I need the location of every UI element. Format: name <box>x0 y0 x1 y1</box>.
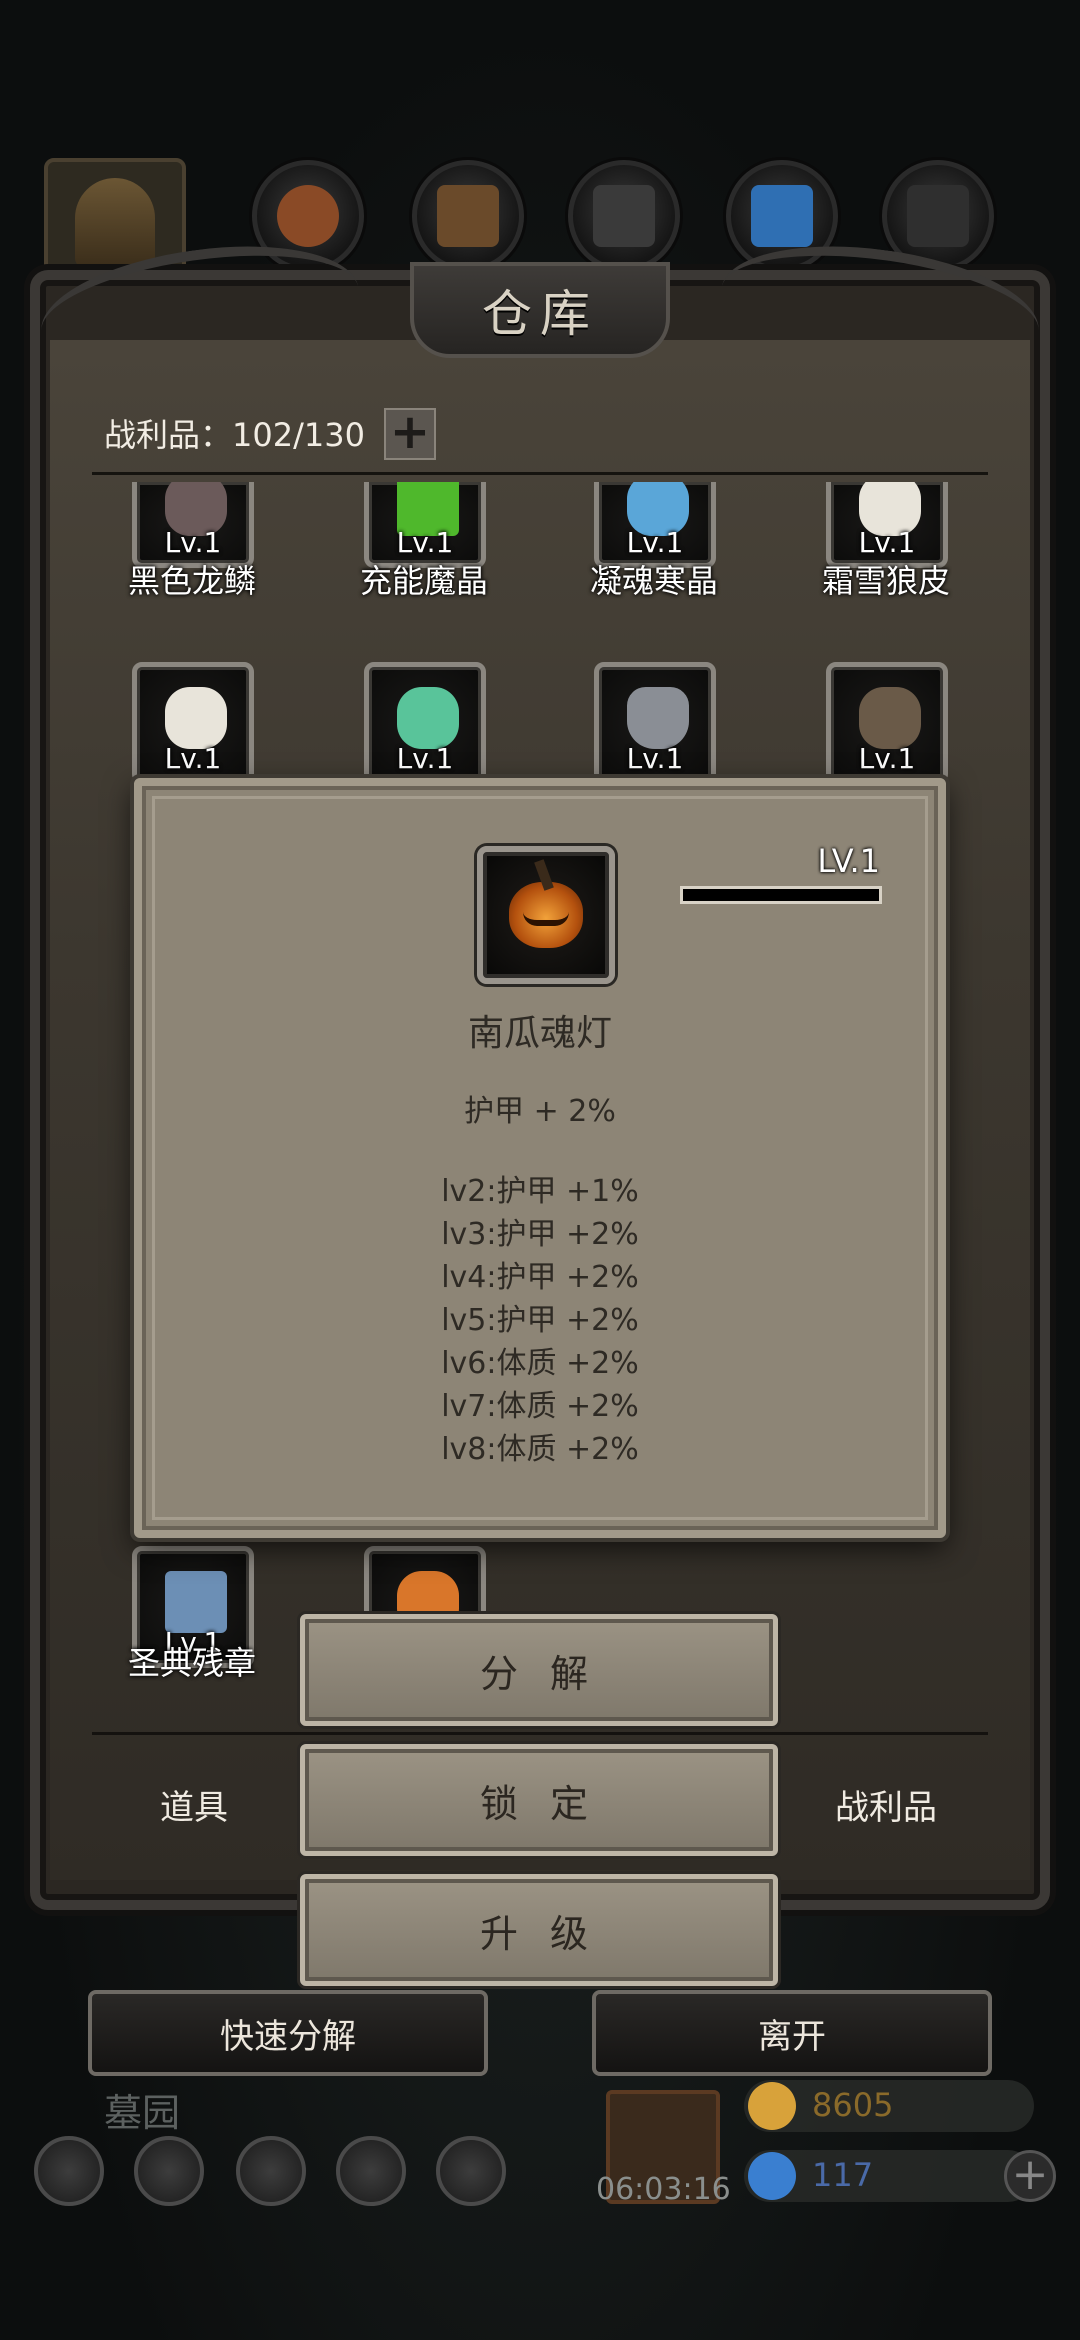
item-level: Lv.1 <box>164 526 222 559</box>
expand-capacity-button[interactable]: + <box>384 408 436 460</box>
level-bonus: lv6:体质 +2% <box>441 1346 639 1381</box>
category-tab-wood[interactable] <box>412 160 524 272</box>
item-level: Lv.1 <box>858 526 916 559</box>
game-screen: 仓库 战利品：102/130 + Lv.1 黑色龙鳞 Lv.1 充能魔晶 Lv.… <box>0 0 1080 2340</box>
level-bonus: lv4:护甲 +2% <box>441 1260 639 1295</box>
gem-value: 117 <box>812 2156 874 2194</box>
item-stat: 护甲 + 2% <box>464 1094 616 1129</box>
level-bonus: lv7:体质 +2% <box>441 1389 639 1424</box>
item-name: 霜雪狼皮 <box>821 562 950 600</box>
pumpkin-lantern-icon <box>509 859 583 948</box>
settings-icon[interactable] <box>34 2136 104 2206</box>
upgrade-button[interactable]: 升 级 <box>300 1874 778 1986</box>
lock-button[interactable]: 锁 定 <box>300 1744 778 1856</box>
loot-capacity: 战利品：102/130 <box>104 416 365 454</box>
level-bonus: lv3:护甲 +2% <box>441 1217 639 1252</box>
countdown-timer: 06:03:16 <box>596 2172 731 2207</box>
item-name: 南瓜魂灯 <box>467 1013 612 1054</box>
mask-icon <box>627 687 689 749</box>
title-plate: 仓库 <box>410 262 670 358</box>
item-slot[interactable]: Lv.1 <box>364 662 486 784</box>
item-slot[interactable]: Lv.1 <box>594 662 716 784</box>
gold-counter: 8605 <box>744 2080 1034 2132</box>
item-detail-popup: LV.1 南瓜魂灯 护甲 + 2% lv2:护甲 +1% lv3:护甲 +2% … <box>134 778 946 1538</box>
item-level: Lv.1 <box>396 742 454 775</box>
bracelet-icon <box>859 687 921 749</box>
item-slot[interactable]: Lv.1 <box>826 662 948 784</box>
gold-icon <box>748 2082 796 2130</box>
crystal-icon <box>751 185 813 247</box>
item-name: 圣典残章 <box>127 1644 256 1682</box>
gold-value: 8605 <box>812 2086 894 2124</box>
item-level: Lv.1 <box>858 742 916 775</box>
quest-icon[interactable] <box>236 2136 306 2206</box>
fur-icon <box>165 687 227 749</box>
item-level: Lv.1 <box>164 742 222 775</box>
tab-items[interactable]: 道具 <box>94 1780 294 1829</box>
tab-loot[interactable]: 战利品 <box>786 1780 986 1829</box>
scripture-icon <box>165 1571 227 1633</box>
iron-icon <box>907 185 969 247</box>
mail-icon[interactable] <box>336 2136 406 2206</box>
item-name: 黑色龙鳞 <box>127 562 256 600</box>
item-name: 凝魂寒晶 <box>589 562 718 600</box>
level-bonus: lv8:体质 +2% <box>441 1432 639 1467</box>
decompose-button[interactable]: 分 解 <box>300 1614 778 1726</box>
item-level: Lv.1 <box>626 742 684 775</box>
quick-decompose-button[interactable]: 快速分解 <box>88 1990 488 2076</box>
item-level: Lv.1 <box>396 526 454 559</box>
stone-icon <box>593 185 655 247</box>
gem-icon <box>748 2152 796 2200</box>
trophy-icon[interactable] <box>436 2136 506 2206</box>
level-progress-bar <box>680 886 882 904</box>
location-label: 墓园 <box>104 2091 181 2135</box>
gem-counter: 117 <box>744 2150 1034 2202</box>
item-level-label: LV.1 <box>817 842 880 880</box>
divider <box>92 1732 988 1735</box>
leave-button[interactable]: 离开 <box>592 1990 992 2076</box>
ore-icon <box>277 185 339 247</box>
wood-icon <box>437 185 499 247</box>
star-icon[interactable] <box>134 2136 204 2206</box>
add-gems-button[interactable]: + <box>1004 2150 1056 2202</box>
level-bonus: lv5:护甲 +2% <box>441 1303 639 1338</box>
item-preview-slot <box>477 846 615 984</box>
helmet-icon <box>75 178 155 268</box>
item-level: Lv.1 <box>626 526 684 559</box>
item-name: 充能魔晶 <box>359 562 488 600</box>
category-tab-stone[interactable] <box>568 160 680 272</box>
divider <box>92 472 988 475</box>
level-bonus-list: lv2:护甲 +1% lv3:护甲 +2% lv4:护甲 +2% lv5:护甲 … <box>142 1170 938 1471</box>
item-slot[interactable]: Lv.1 <box>132 662 254 784</box>
jade-stone-icon <box>397 687 459 749</box>
level-bonus: lv2:护甲 +1% <box>441 1174 639 1209</box>
page-title: 仓库 <box>482 285 598 343</box>
